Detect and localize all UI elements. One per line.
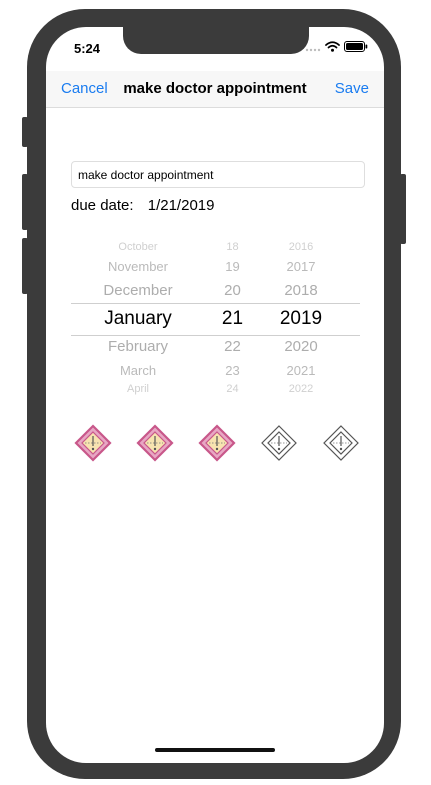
- due-date-value: 1/21/2019: [147, 197, 215, 214]
- picker-option[interactable]: 24: [205, 383, 260, 395]
- picker-option[interactable]: 19: [205, 260, 260, 273]
- screen: 5:24 Cancel make doctor appointment Save…: [46, 27, 384, 763]
- priority-rating: [73, 423, 363, 463]
- notch: [123, 27, 309, 54]
- status-icons: [305, 41, 368, 52]
- status-time: 5:24: [74, 41, 101, 56]
- priority-icon-empty[interactable]: [321, 423, 361, 463]
- picker-option[interactable]: January: [71, 309, 205, 328]
- picker-option[interactable]: November: [71, 260, 205, 273]
- picker-option[interactable]: March: [71, 364, 205, 377]
- priority-icon-filled[interactable]: [73, 423, 113, 463]
- home-indicator: [155, 748, 275, 752]
- date-picker[interactable]: October November December January February Ma…: [71, 239, 360, 399]
- picker-option[interactable]: February: [71, 339, 205, 354]
- status-bar: 5:24: [46, 27, 384, 71]
- month-wheel[interactable]: October November December January February Ma…: [71, 239, 205, 399]
- priority-icon-empty[interactable]: [259, 423, 299, 463]
- picker-option[interactable]: 20: [205, 283, 260, 298]
- due-date-row: due date: 1/21/2019: [71, 197, 214, 214]
- picker-selection-top-line: [71, 303, 360, 304]
- picker-option[interactable]: 2020: [260, 339, 342, 354]
- priority-icon-filled[interactable]: [135, 423, 175, 463]
- picker-option[interactable]: December: [71, 283, 205, 298]
- cancel-button[interactable]: Cancel: [61, 80, 108, 97]
- battery-icon: [344, 41, 368, 52]
- picker-option[interactable]: 2019: [260, 309, 342, 328]
- picker-option[interactable]: April: [71, 383, 205, 395]
- task-title-input[interactable]: [71, 161, 365, 188]
- priority-icon-filled[interactable]: [197, 423, 237, 463]
- picker-option[interactable]: 23: [205, 364, 260, 377]
- picker-option[interactable]: 21: [205, 309, 260, 328]
- picker-option[interactable]: 2016: [260, 241, 342, 253]
- navigation-bar: Cancel make doctor appointment Save: [46, 71, 384, 108]
- wifi-icon: [325, 41, 340, 52]
- picker-selection-bottom-line: [71, 335, 360, 336]
- year-wheel[interactable]: 2016 2017 2018 2019 2020 2021 2022: [260, 239, 342, 399]
- picker-option[interactable]: 22: [205, 339, 260, 354]
- save-button[interactable]: Save: [335, 80, 369, 97]
- picker-option[interactable]: 2018: [260, 283, 342, 298]
- day-wheel[interactable]: 18 19 20 21 22 23 24: [205, 239, 260, 399]
- picker-option[interactable]: 18: [205, 241, 260, 253]
- picker-option[interactable]: October: [71, 241, 205, 253]
- signal-icon: [305, 48, 321, 51]
- picker-option[interactable]: 2022: [260, 383, 342, 395]
- picker-option[interactable]: 2017: [260, 260, 342, 273]
- due-date-label: due date:: [71, 197, 134, 214]
- picker-option[interactable]: 2021: [260, 364, 342, 377]
